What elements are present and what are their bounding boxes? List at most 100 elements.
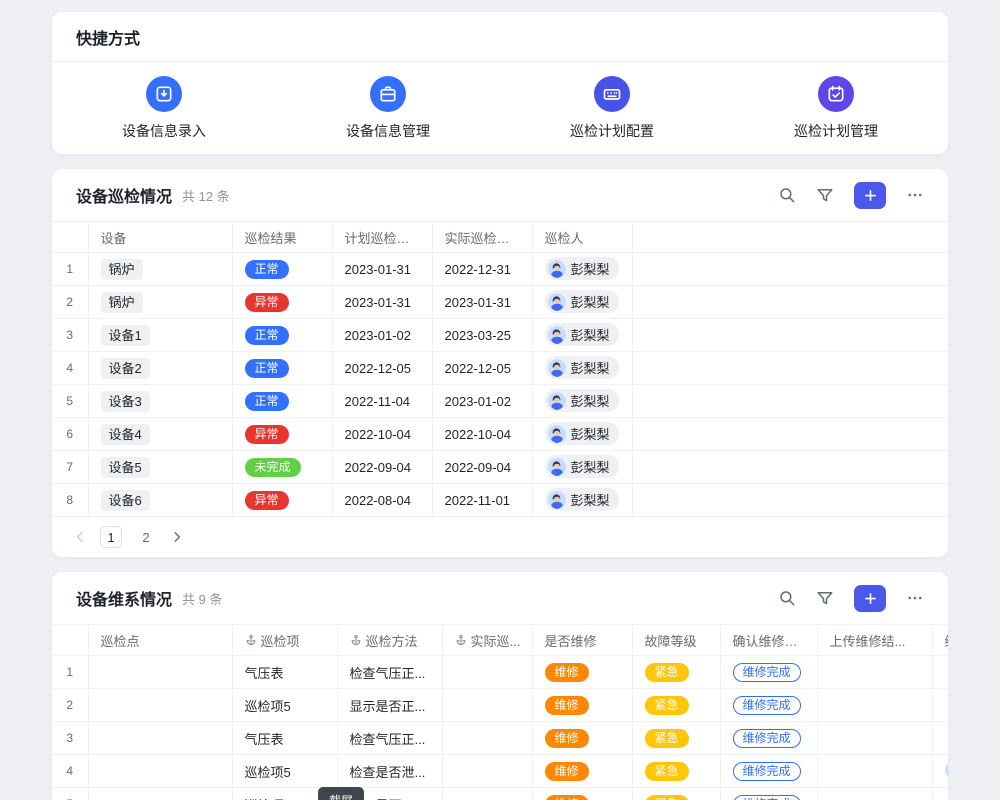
more-icon[interactable] — [906, 186, 924, 204]
repair-cell[interactable]: 维修 — [532, 722, 632, 755]
result-cell[interactable]: 正常 — [232, 385, 332, 418]
filter-icon[interactable] — [816, 186, 834, 204]
planned-date-cell[interactable]: 2023-01-31 — [332, 253, 432, 286]
actual-cell[interactable] — [442, 755, 532, 788]
actual-cell[interactable] — [442, 722, 532, 755]
col-last-clipped[interactable]: 维... — [932, 625, 948, 656]
planned-date-cell[interactable]: 2023-01-02 — [332, 319, 432, 352]
result-cell[interactable]: 异常 — [232, 418, 332, 451]
device-cell[interactable]: 设备2 — [88, 352, 232, 385]
device-cell[interactable]: 设备1 — [88, 319, 232, 352]
col-point[interactable]: 巡检点 — [88, 625, 232, 656]
actual-date-cell[interactable]: 2022-12-31 — [432, 253, 532, 286]
result-cell[interactable]: 正常 — [232, 253, 332, 286]
more-icon[interactable] — [906, 589, 924, 607]
col-result[interactable]: 巡检结果 — [232, 222, 332, 253]
col-level[interactable]: 故障等级 — [632, 625, 720, 656]
col-method[interactable]: 巡检方法 — [337, 625, 442, 656]
col-inspector[interactable]: 巡检人 — [532, 222, 632, 253]
col-item[interactable]: 巡检项 — [232, 625, 337, 656]
inspector-cell[interactable]: 彭梨梨 — [532, 286, 632, 319]
col-upload[interactable]: 上传维修结... — [817, 625, 932, 656]
actual-cell[interactable] — [442, 689, 532, 722]
confirm-cell[interactable]: 维修完成 — [720, 689, 817, 722]
device-cell[interactable]: 设备6 — [88, 484, 232, 517]
result-cell[interactable]: 正常 — [232, 319, 332, 352]
inspector-cell[interactable]: 彭梨梨 — [532, 319, 632, 352]
add-record-button[interactable] — [854, 182, 886, 209]
actual-date-cell[interactable]: 2022-11-01 — [432, 484, 532, 517]
item-cell[interactable]: 巡检项5 — [232, 755, 337, 788]
col-actual-date[interactable]: 实际巡检日... — [432, 222, 532, 253]
actual-date-cell[interactable]: 2022-10-04 — [432, 418, 532, 451]
actual-date-cell[interactable]: 2023-03-25 — [432, 319, 532, 352]
level-cell[interactable]: 紧急 — [632, 788, 720, 800]
filter-icon[interactable] — [816, 589, 834, 607]
method-cell[interactable]: 检查气压正... — [337, 722, 442, 755]
item-cell[interactable]: 气压表 — [232, 656, 337, 689]
point-cell[interactable] — [88, 656, 232, 689]
actual-date-cell[interactable]: 2022-12-05 — [432, 352, 532, 385]
device-cell[interactable]: 设备3 — [88, 385, 232, 418]
inspector-cell[interactable]: 彭梨梨 — [532, 352, 632, 385]
next-page-icon[interactable] — [170, 530, 184, 544]
method-cell[interactable]: 检查气压正... — [337, 656, 442, 689]
inspector-cell[interactable]: 彭梨梨 — [532, 253, 632, 286]
inspector-cell[interactable]: 彭梨梨 — [532, 385, 632, 418]
point-cell[interactable] — [88, 722, 232, 755]
point-cell[interactable] — [88, 755, 232, 788]
level-cell[interactable]: 紧急 — [632, 656, 720, 689]
level-cell[interactable]: 紧急 — [632, 689, 720, 722]
actual-date-cell[interactable]: 2023-01-31 — [432, 286, 532, 319]
point-cell[interactable] — [88, 689, 232, 722]
col-device[interactable]: 设备 — [88, 222, 232, 253]
planned-date-cell[interactable]: 2022-12-05 — [332, 352, 432, 385]
item-cell[interactable]: 气压表 — [232, 722, 337, 755]
result-cell[interactable]: 未完成 — [232, 451, 332, 484]
shortcut-device-info-manage[interactable]: 设备信息管理 — [276, 76, 500, 141]
upload-cell[interactable] — [817, 689, 932, 722]
device-cell[interactable]: 设备5 — [88, 451, 232, 484]
inspector-cell[interactable]: 彭梨梨 — [532, 451, 632, 484]
method-cell[interactable]: 检查是否泄... — [337, 755, 442, 788]
upload-cell[interactable] — [817, 755, 932, 788]
planned-date-cell[interactable]: 2023-01-31 — [332, 286, 432, 319]
planned-date-cell[interactable]: 2022-09-04 — [332, 451, 432, 484]
actual-date-cell[interactable]: 2023-01-02 — [432, 385, 532, 418]
inspector-cell[interactable]: 彭梨梨 — [532, 418, 632, 451]
search-icon[interactable] — [778, 589, 796, 607]
planned-date-cell[interactable]: 2022-11-04 — [332, 385, 432, 418]
confirm-cell[interactable]: 维修完成 — [720, 755, 817, 788]
shortcut-plan-config[interactable]: 巡检计划配置 — [500, 76, 724, 141]
prev-page-icon[interactable] — [73, 530, 87, 544]
upload-cell[interactable] — [817, 656, 932, 689]
device-cell[interactable]: 锅炉 — [88, 253, 232, 286]
repair-cell[interactable]: 维修 — [532, 788, 632, 800]
search-icon[interactable] — [778, 186, 796, 204]
repairer-cell[interactable] — [932, 755, 948, 788]
repair-cell[interactable]: 维修 — [532, 656, 632, 689]
confirm-cell[interactable]: 维修完成 — [720, 722, 817, 755]
level-cell[interactable]: 紧急 — [632, 722, 720, 755]
item-cell[interactable]: 巡检项5 — [232, 689, 337, 722]
device-cell[interactable]: 设备4 — [88, 418, 232, 451]
result-cell[interactable]: 异常 — [232, 286, 332, 319]
planned-date-cell[interactable]: 2022-10-04 — [332, 418, 432, 451]
planned-date-cell[interactable]: 2022-08-04 — [332, 484, 432, 517]
result-cell[interactable]: 异常 — [232, 484, 332, 517]
upload-cell[interactable] — [817, 788, 932, 800]
col-planned-date[interactable]: 计划巡检日... — [332, 222, 432, 253]
upload-cell[interactable] — [817, 722, 932, 755]
level-cell[interactable]: 紧急 — [632, 755, 720, 788]
repair-cell[interactable]: 维修 — [532, 689, 632, 722]
page-1-button[interactable]: 1 — [100, 526, 122, 548]
col-repair[interactable]: 是否维修 — [532, 625, 632, 656]
page-2-button[interactable]: 2 — [135, 526, 157, 548]
shortcut-device-info-entry[interactable]: 设备信息录入 — [52, 76, 276, 141]
confirm-cell[interactable]: 维修完成 — [720, 788, 817, 800]
actual-cell[interactable] — [442, 788, 532, 800]
actual-cell[interactable] — [442, 656, 532, 689]
shortcut-plan-manage[interactable]: 巡检计划管理 — [724, 76, 948, 141]
result-cell[interactable]: 正常 — [232, 352, 332, 385]
repair-cell[interactable]: 维修 — [532, 755, 632, 788]
